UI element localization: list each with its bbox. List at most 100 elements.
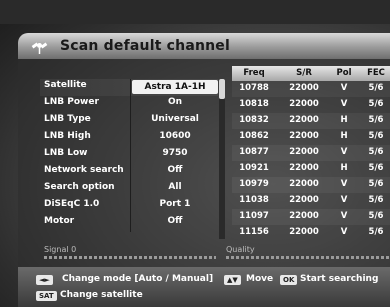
setting-value[interactable]: 9750 <box>132 148 218 158</box>
setting-label: LNB Type <box>44 114 91 124</box>
quality-bar <box>226 256 390 259</box>
table-row[interactable]: 11038 22000 V 5/6 <box>232 193 390 209</box>
hint-move: Move <box>246 274 274 284</box>
scrollbar-thumb[interactable] <box>219 79 225 99</box>
setting-value[interactable]: Universal <box>132 114 218 124</box>
cell-sr: 22000 <box>289 211 319 221</box>
hint-change-satellite: Change satellite <box>60 290 143 300</box>
page-title: Scan default channel <box>60 38 230 54</box>
setting-label: LNB Low <box>44 148 88 158</box>
table-row[interactable]: 10979 22000 V 5/6 <box>232 177 390 193</box>
divider <box>130 147 131 164</box>
cell-pol: H <box>340 163 348 173</box>
sat-key-icon: SAT <box>36 291 57 301</box>
divider <box>130 79 131 96</box>
cell-sr: 22000 <box>289 131 319 141</box>
cell-freq: 10862 <box>239 131 269 141</box>
top-strip <box>0 0 390 24</box>
cell-fec: 5/6 <box>368 211 384 221</box>
table-row[interactable]: 10788 22000 V 5/6 <box>232 81 390 97</box>
divider <box>130 181 131 198</box>
cell-fec: 5/6 <box>368 227 384 237</box>
table-header: Freq S/R Pol FEC <box>232 66 390 81</box>
cell-freq: 10877 <box>239 147 269 157</box>
cell-freq: 10979 <box>239 179 269 189</box>
setting-label: Search option <box>44 182 115 192</box>
cell-pol: V <box>340 83 348 93</box>
table-row[interactable]: 10921 22000 H 5/6 <box>232 161 390 177</box>
divider <box>130 164 131 181</box>
up-down-key-icon: ▲▼ <box>224 275 241 285</box>
cell-freq: 10921 <box>239 163 269 173</box>
setting-value[interactable]: Port 1 <box>132 199 218 209</box>
table-row[interactable]: 10818 22000 V 5/6 <box>232 97 390 113</box>
setting-value[interactable]: Astra 1A-1H <box>132 80 218 94</box>
cell-pol: V <box>340 99 348 109</box>
setting-row-lnb-high[interactable]: LNB High 10600 <box>40 130 218 147</box>
cell-sr: 22000 <box>289 147 319 157</box>
table-row[interactable]: 10862 22000 H 5/6 <box>232 129 390 145</box>
quality-label: Quality <box>226 245 255 254</box>
setting-label: Motor <box>44 216 75 226</box>
setting-label: LNB Power <box>44 97 99 107</box>
divider <box>130 215 131 232</box>
setting-row-motor[interactable]: Motor Off <box>40 215 218 232</box>
ok-key-icon: OK <box>280 275 298 285</box>
table-row[interactable]: 11097 22000 V 5/6 <box>232 209 390 225</box>
column-header-freq: Freq <box>243 68 265 78</box>
hint-start-searching: Start searching <box>300 274 379 284</box>
cell-fec: 5/6 <box>368 147 384 157</box>
cell-pol: V <box>340 195 348 205</box>
left-right-key-icon: ◄► <box>36 275 53 285</box>
cell-freq: 11038 <box>239 195 269 205</box>
setting-row-diseqc[interactable]: DiSEqC 1.0 Port 1 <box>40 198 218 215</box>
scrollbar-track[interactable] <box>219 79 225 239</box>
cell-fec: 5/6 <box>368 99 384 109</box>
setting-row-search-option[interactable]: Search option All <box>40 181 218 198</box>
divider <box>130 113 131 130</box>
cell-sr: 22000 <box>289 227 319 237</box>
setting-value[interactable]: On <box>132 97 218 107</box>
cell-sr: 22000 <box>289 115 319 125</box>
setting-row-satellite[interactable]: Satellite Astra 1A-1H <box>40 79 218 96</box>
signal-bar <box>44 256 216 259</box>
table-row[interactable]: 10832 22000 H 5/6 <box>232 113 390 129</box>
setting-label: DiSEqC 1.0 <box>44 199 100 209</box>
setting-row-network-search[interactable]: Network search Off <box>40 164 218 181</box>
cell-pol: V <box>340 227 348 237</box>
cell-fec: 5/6 <box>368 115 384 125</box>
cell-sr: 22000 <box>289 83 319 93</box>
signal-indicator: Signal 0 Quality <box>40 245 390 261</box>
setting-label: Satellite <box>44 80 87 90</box>
table-row[interactable]: 11156 22000 V 5/6 <box>232 225 390 241</box>
help-footer: ◄► Change mode [Auto / Manual] ▲▼ Move O… <box>18 267 390 307</box>
cell-pol: H <box>340 115 348 125</box>
cell-freq: 10818 <box>239 99 269 109</box>
cell-fec: 5/6 <box>368 131 384 141</box>
signal-label: Signal 0 <box>44 245 77 254</box>
column-header-sr: S/R <box>296 68 312 78</box>
cell-sr: 22000 <box>289 179 319 189</box>
setting-value[interactable]: Off <box>132 216 218 226</box>
divider <box>130 96 131 113</box>
cell-freq: 11097 <box>239 211 269 221</box>
divider <box>130 198 131 215</box>
setting-row-lnb-power[interactable]: LNB Power On <box>40 96 218 113</box>
cell-pol: V <box>340 147 348 157</box>
hint-change-mode: Change mode [Auto / Manual] <box>62 274 214 284</box>
setting-row-lnb-type[interactable]: LNB Type Universal <box>40 113 218 130</box>
setting-value[interactable]: All <box>132 182 218 192</box>
setting-row-lnb-low[interactable]: LNB Low 9750 <box>40 147 218 164</box>
cell-fec: 5/6 <box>368 179 384 189</box>
cell-fec: 5/6 <box>368 195 384 205</box>
setting-label: LNB High <box>44 131 91 141</box>
table-body: 10788 22000 V 5/6 10818 22000 V 5/6 1083… <box>232 81 390 246</box>
divider <box>130 130 131 147</box>
cell-freq: 10832 <box>239 115 269 125</box>
cell-sr: 22000 <box>289 195 319 205</box>
setting-value[interactable]: 10600 <box>132 131 218 141</box>
cell-freq: 11156 <box>239 227 269 237</box>
cell-pol: V <box>340 179 348 189</box>
table-row[interactable]: 10877 22000 V 5/6 <box>232 145 390 161</box>
setting-value[interactable]: Off <box>132 165 218 175</box>
